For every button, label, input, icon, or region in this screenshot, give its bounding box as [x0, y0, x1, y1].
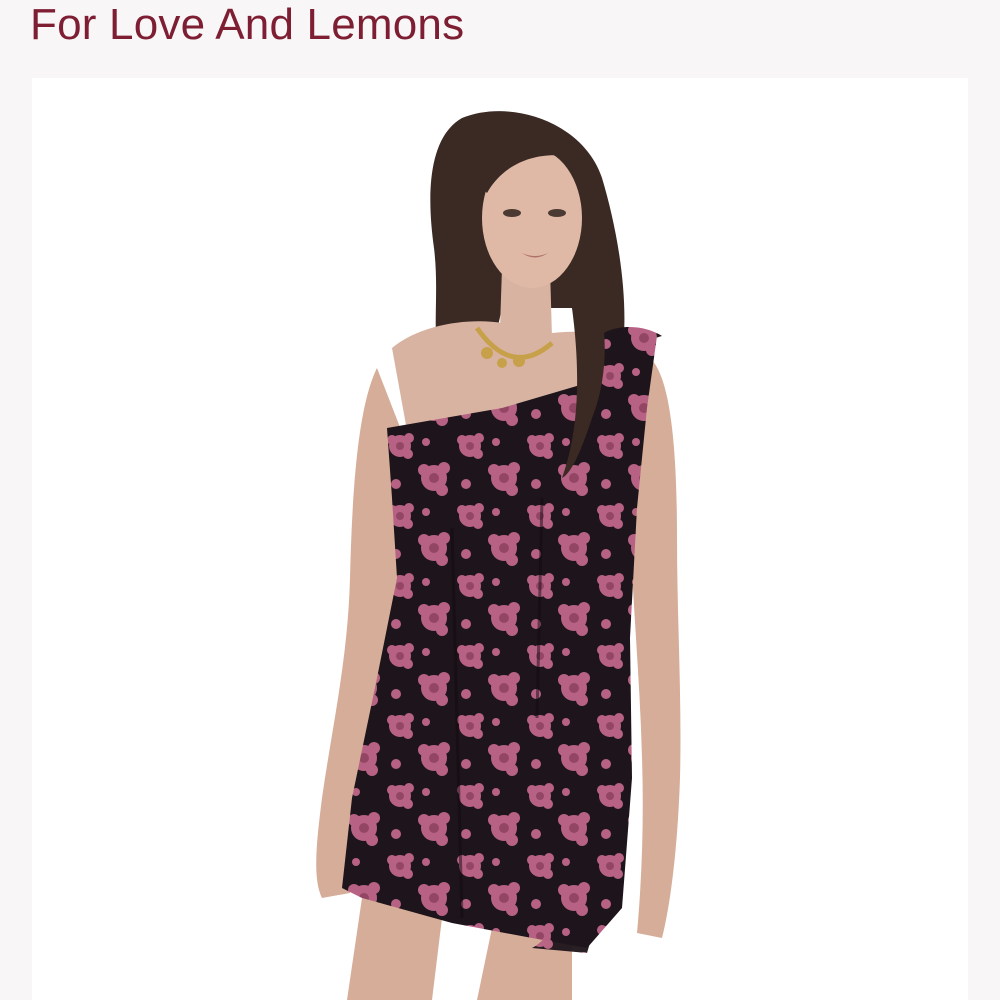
product-photo[interactable]: [32, 78, 968, 1000]
product-illustration: [316, 111, 681, 1000]
brand-title: For Love And Lemons: [30, 0, 465, 49]
